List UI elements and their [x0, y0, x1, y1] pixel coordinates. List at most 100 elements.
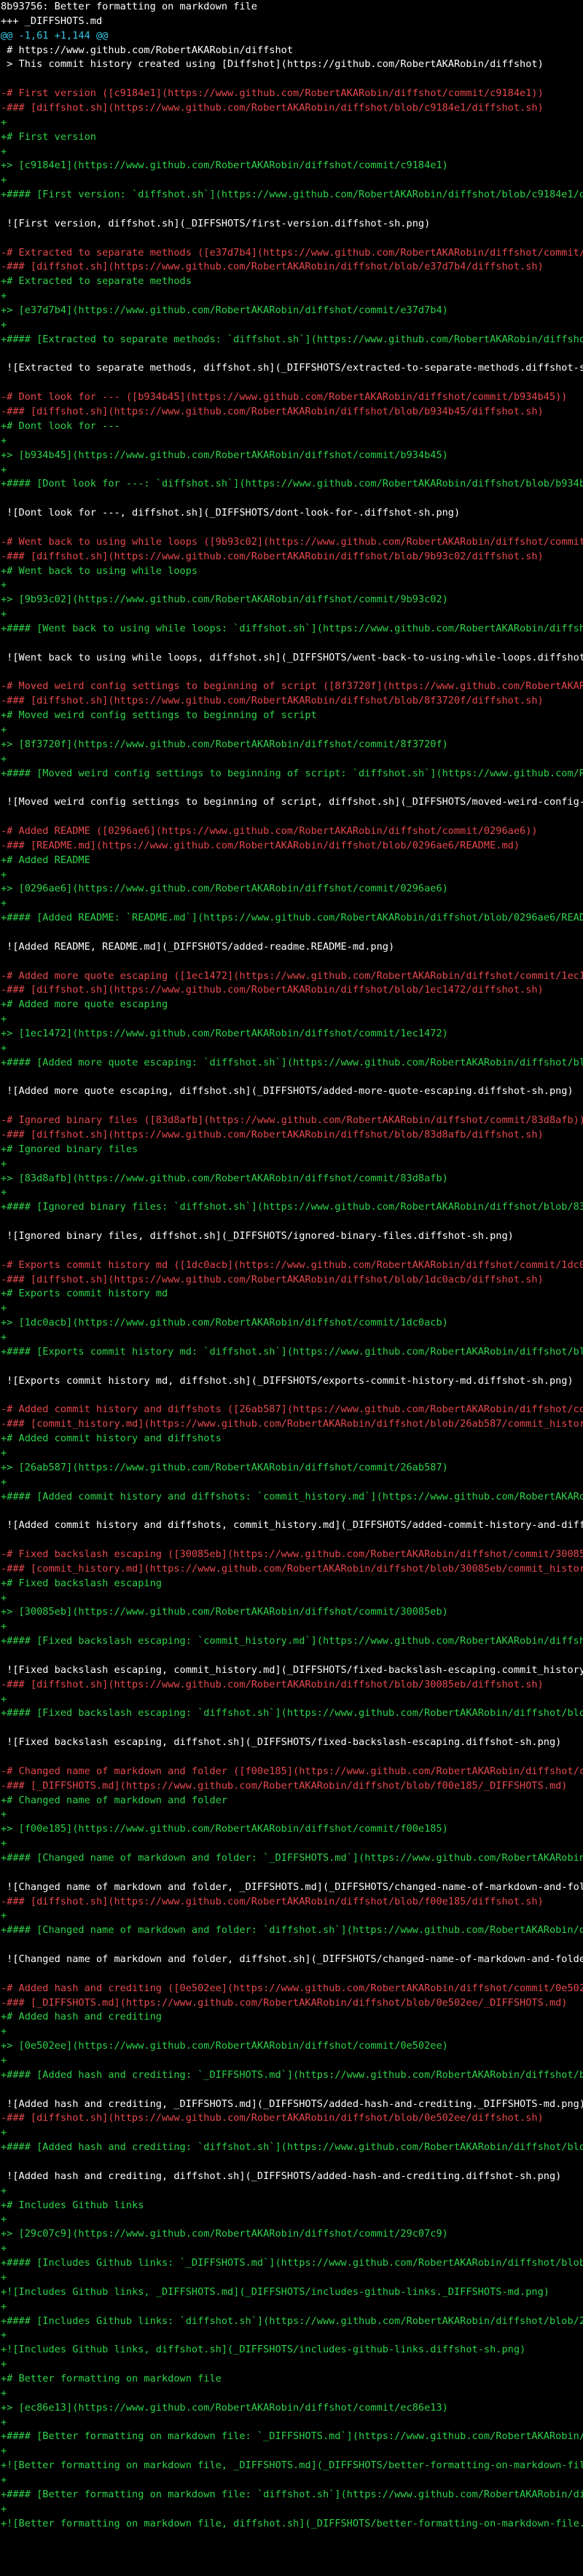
- diff-context-line: [1, 1504, 583, 1519]
- diff-context-line: ![Extracted to separate methods, diffsho…: [1, 362, 583, 374]
- diff-added-line: +> [1ec1472](https://www.github.com/Robe…: [1, 1028, 448, 1040]
- diff-removed-line: -### [diffshot.sh](https://www.github.co…: [1, 695, 544, 707]
- diff-added-line: +: [1, 868, 7, 881]
- diff-removed-line: -# Moved weird config settings to beginn…: [1, 680, 583, 693]
- diff-added-line: +#### [Extracted to separate methods: `d…: [1, 333, 583, 345]
- diff-context-line: [1, 781, 583, 795]
- diff-removed-line: -# Changed name of markdown and folder (…: [1, 1765, 583, 1777]
- diff-context-line: [1, 521, 583, 535]
- diff-added-line: +: [1, 2358, 7, 2371]
- diff-added-line: +# Extracted to separate methods: [1, 275, 192, 288]
- diff-context-line: [1, 1389, 583, 1403]
- diff-added-line: +: [1, 1331, 7, 1344]
- diff-added-line: +: [1, 2387, 7, 2399]
- diff-added-line: +#### [Includes Github links: `_DIFFSHOT…: [1, 2257, 583, 2269]
- diff-context-line: [1, 1967, 583, 1982]
- diff-added-line: +#### [Exports commit history md: `diffs…: [1, 1345, 583, 1358]
- diff-added-line: +: [1, 1910, 7, 1922]
- diff-added-line: +#### [Added commit history and diffshot…: [1, 1490, 583, 1502]
- diff-context-line: [1, 1360, 583, 1374]
- diff-removed-line: -### [diffshot.sh](https://www.github.co…: [1, 1273, 544, 1285]
- diff-added-line: +: [1, 2184, 7, 2197]
- diff-added-line: +![Includes Github links, _DIFFSHOTS.md]…: [1, 2285, 549, 2298]
- diff-added-line: +: [1, 1620, 7, 1633]
- diff-context-line: ![Added commit history and diffshots, co…: [7, 1519, 583, 1532]
- diff-removed-line: -### [diffshot.sh](https://www.github.co…: [1, 984, 544, 996]
- diff-added-line: +# Better formatting on markdown file: [1, 2372, 222, 2384]
- diff-context-line: [1, 926, 583, 940]
- diff-added-line: +#### [Better formatting on markdown fil…: [1, 2430, 583, 2443]
- diff-added-line: +![Includes Github links, diffshot.sh](_…: [1, 2344, 526, 2356]
- diff-removed-line: -# Went back to using while loops ([9b93…: [1, 535, 583, 548]
- diff-context-line: ![Fixed backslash escaping, commit_histo…: [1, 1663, 583, 1676]
- diff-added-line: +# Added commit history and diffshots: [1, 1433, 222, 1445]
- diff-added-line: +: [1, 1186, 7, 1199]
- diff-removed-line: -# Added hash and crediting ([0e502ee](h…: [1, 1982, 583, 1994]
- diff-added-line: +: [1, 145, 7, 157]
- diff-added-line: +: [1, 2300, 7, 2312]
- diff-context-line: [1, 810, 583, 824]
- diff-removed-line: -# Exports commit history md ([1dc0acb](…: [1, 1259, 583, 1271]
- diff-added-line: +: [1, 2416, 7, 2428]
- diff-removed-line: -### [diffshot.sh](https://www.github.co…: [1, 102, 544, 114]
- diff-added-line: +> [ec86e13](https://www.github.com/Robe…: [1, 2401, 448, 2414]
- diff-context-line: [1, 1071, 583, 1085]
- diff-removed-line: -# Added commit history and diffshots ([…: [1, 1403, 583, 1416]
- diff-added-line: +![Better formatting on markdown file, _…: [1, 2459, 583, 2472]
- diff-added-line: +![Better formatting on markdown file, d…: [1, 2517, 583, 2529]
- diff-added-line: +: [1, 2271, 7, 2283]
- diff-added-line: +#### [Ignored binary files: `diffshot.s…: [1, 1201, 583, 1213]
- diff-context-line: ![Added hash and crediting, diffshot.sh]…: [1, 2170, 562, 2182]
- diff-added-line: +# Exports commit history md: [1, 1288, 168, 1300]
- diff-context-line: [1, 1649, 583, 1663]
- diff-added-line: +#### [Fixed backslash escaping: `commit…: [1, 1635, 583, 1647]
- diff-added-line: +: [1, 1446, 7, 1459]
- diff-context-line: [1, 1750, 583, 1765]
- diff-added-line: +> [0e502ee](https://www.github.com/Robe…: [1, 2040, 448, 2052]
- diff-context-line: > This commit history created using [Dif…: [1, 58, 544, 71]
- diff-added-line: +: [1, 897, 7, 910]
- file-header-line: +++ _DIFFSHOTS.md: [1, 15, 103, 27]
- diff-context-line: [1, 1938, 583, 1953]
- diff-added-line: +#### [Went back to using while loops: `…: [1, 622, 583, 634]
- diff-removed-line: -# Added README ([0296ae6](https://www.g…: [1, 824, 538, 837]
- diff-context-line: [1, 232, 583, 246]
- diff-added-line: +> [29c07c9](https://www.github.com/Robe…: [1, 2228, 448, 2240]
- diff-added-line: +> [c9184e1](https://www.github.com/Robe…: [1, 159, 448, 172]
- diff-context-line: ![Moved weird config settings to beginni…: [7, 796, 583, 808]
- diff-context-line: # https://www.github.com/RobertAKARobin/…: [1, 44, 294, 56]
- diff-removed-line: -### [commit_history.md](https://www.git…: [1, 1418, 583, 1430]
- diff-context-line: [1, 72, 583, 87]
- diff-context-line: ![Fixed backslash escaping, diffshot.sh]…: [1, 1736, 562, 1749]
- diff-added-line: +: [1, 1838, 7, 1850]
- diff-context-line: [1, 1099, 583, 1114]
- diff-context-line: [1, 1721, 583, 1736]
- diff-added-line: +: [1, 463, 7, 476]
- diff-added-line: +> [9b93c02](https://www.github.com/Robe…: [1, 594, 448, 606]
- diff-removed-line: -### [diffshot.sh](https://www.github.co…: [1, 1678, 544, 1690]
- diff-added-line: +> [1dc0acb](https://www.github.com/Robe…: [1, 1317, 448, 1329]
- diff-added-line: +# First version: [1, 130, 96, 143]
- diff-added-line: +> [e37d7b4](https://www.github.com/Robe…: [1, 304, 448, 317]
- diff-context-line: [1, 1533, 583, 1548]
- diff-added-line: +#### [First version: `diffshot.sh`](htt…: [1, 189, 583, 201]
- diff-removed-line: -### [_DIFFSHOTS.md](https://www.github.…: [1, 1779, 568, 1792]
- diff-added-line: +> [f00e185](https://www.github.com/Robe…: [1, 1823, 448, 1835]
- diff-added-line: +#### [Fixed backslash escaping: `diffsh…: [1, 1707, 583, 1720]
- diff-removed-line: -# Extracted to separate methods ([e37d7…: [1, 246, 583, 259]
- diff-added-line: +#### [Added hash and crediting: `_DIFFS…: [1, 2068, 583, 2081]
- diff-context-line: [1, 376, 583, 390]
- diff-context-line: [1, 955, 583, 969]
- diff-added-line: +: [1, 752, 7, 765]
- diff-added-line: +: [1, 116, 7, 128]
- diff-added-line: +: [1, 723, 7, 736]
- diff-added-line: +#### [Dont look for ---: `diffshot.sh`]…: [1, 478, 583, 490]
- diff-added-line: +: [1, 1157, 7, 1170]
- diff-added-line: +# Added more quote escaping: [1, 999, 168, 1011]
- diff-context-line: [1, 1866, 583, 1880]
- diff-added-line: +: [1, 2329, 7, 2341]
- diff-removed-line: -# First version ([c9184e1](https://www.…: [1, 87, 544, 100]
- diff-added-line: +# Added hash and crediting: [1, 2011, 162, 2023]
- diff-added-line: +#### [Changed name of markdown and fold…: [1, 1924, 583, 1937]
- diff-context-line: [1, 1215, 583, 1229]
